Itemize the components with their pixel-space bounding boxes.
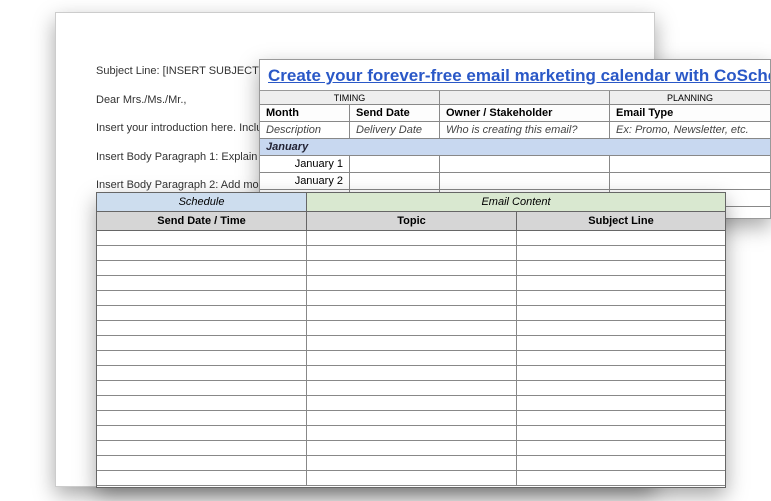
empty-cell — [517, 396, 725, 411]
desc-ex: Ex: Promo, Newsletter, etc. — [610, 122, 770, 139]
empty-cell — [307, 246, 517, 261]
section-planning: PLANNING — [610, 91, 770, 105]
desc-delivery: Delivery Date — [350, 122, 440, 139]
section-email-content: Email Content — [307, 193, 725, 212]
empty-cell — [307, 336, 517, 351]
empty-cell — [97, 411, 307, 426]
empty-cell — [517, 351, 725, 366]
empty-cell — [307, 351, 517, 366]
empty-cell — [517, 336, 725, 351]
empty-cell — [97, 261, 307, 276]
empty-cell — [350, 156, 440, 173]
empty-cell — [97, 246, 307, 261]
empty-cell — [517, 231, 725, 246]
empty-cell — [97, 321, 307, 336]
empty-cell — [307, 366, 517, 381]
empty-cell — [97, 381, 307, 396]
table-row: January 1 — [260, 156, 770, 173]
empty-cell — [517, 291, 725, 306]
empty-cell — [517, 246, 725, 261]
empty-cell — [307, 471, 517, 486]
empty-cell — [97, 291, 307, 306]
empty-cell — [97, 231, 307, 246]
empty-cell — [97, 426, 307, 441]
empty-cell — [97, 276, 307, 291]
empty-cell — [97, 366, 307, 381]
empty-cell — [517, 426, 725, 441]
empty-cell — [307, 426, 517, 441]
col-subject-line: Subject Line — [517, 212, 725, 231]
empty-cell — [350, 173, 440, 190]
empty-cell — [517, 441, 725, 456]
empty-cell — [307, 396, 517, 411]
empty-cell — [97, 441, 307, 456]
front-header-row: Send Date / Time Topic Subject Line — [97, 212, 725, 231]
desc-who: Who is creating this email? — [440, 122, 610, 139]
empty-cell — [97, 396, 307, 411]
table-row: January 2 — [260, 173, 770, 190]
empty-cell — [307, 381, 517, 396]
section-schedule: Schedule — [97, 193, 307, 212]
empty-cell — [307, 291, 517, 306]
empty-cell — [307, 306, 517, 321]
col-email-type: Email Type — [610, 105, 770, 122]
empty-cell — [517, 276, 725, 291]
email-content-spreadsheet-front: Schedule Email Content Send Date / Time … — [96, 192, 726, 488]
empty-cell — [517, 321, 725, 336]
col-send-date: Send Date — [350, 105, 440, 122]
empty-cell — [307, 231, 517, 246]
col-month: Month — [260, 105, 350, 122]
day-cell: January 1 — [260, 156, 350, 173]
empty-cell — [517, 471, 725, 486]
empty-cell — [307, 441, 517, 456]
empty-cell — [517, 366, 725, 381]
day-cell: January 2 — [260, 173, 350, 190]
mid-desc-row: Description Delivery Date Who is creatin… — [260, 122, 770, 139]
empty-cell — [97, 351, 307, 366]
empty-cell — [610, 173, 770, 190]
front-body-rows — [97, 231, 725, 486]
empty-cell — [440, 156, 610, 173]
empty-cell — [517, 411, 725, 426]
empty-cell — [517, 306, 725, 321]
empty-cell — [307, 411, 517, 426]
empty-cell — [97, 471, 307, 486]
col-send-datetime: Send Date / Time — [97, 212, 307, 231]
empty-cell — [97, 456, 307, 471]
empty-cell — [97, 336, 307, 351]
section-blank — [440, 91, 610, 105]
empty-cell — [517, 381, 725, 396]
mid-section-row: TIMING PLANNING — [260, 91, 770, 105]
empty-cell — [440, 173, 610, 190]
col-owner: Owner / Stakeholder — [440, 105, 610, 122]
empty-cell — [307, 456, 517, 471]
empty-cell — [517, 261, 725, 276]
empty-cell — [517, 456, 725, 471]
empty-cell — [307, 261, 517, 276]
front-section-row: Schedule Email Content — [97, 193, 725, 212]
empty-cell — [307, 276, 517, 291]
month-january: January — [260, 139, 770, 156]
section-timing: TIMING — [260, 91, 440, 105]
desc-month: Description — [260, 122, 350, 139]
empty-cell — [610, 156, 770, 173]
col-topic: Topic — [307, 212, 517, 231]
empty-cell — [97, 306, 307, 321]
mid-header-row: Month Send Date Owner / Stakeholder Emai… — [260, 105, 770, 122]
empty-cell — [307, 321, 517, 336]
spreadsheet-title: Create your forever-free email marketing… — [260, 60, 770, 91]
mid-month-row: January — [260, 139, 770, 156]
